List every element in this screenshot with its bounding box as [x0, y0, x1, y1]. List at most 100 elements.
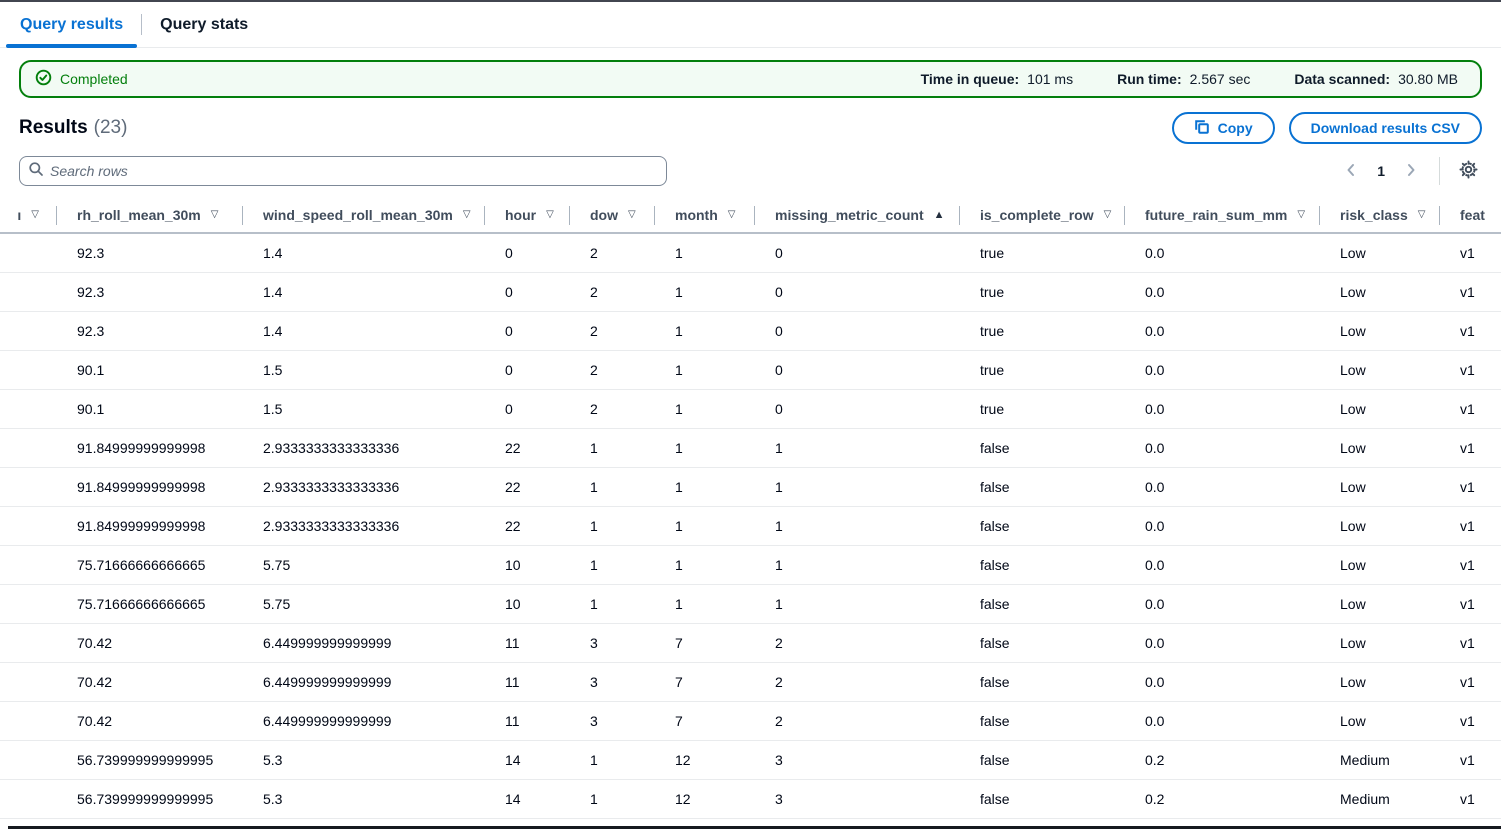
table-cell: 1: [755, 545, 960, 584]
metric-label: Run time:: [1117, 71, 1182, 87]
table-cell: Low: [1320, 467, 1440, 506]
page-number[interactable]: 1: [1369, 163, 1393, 179]
column-header-is_complete_row[interactable]: is_complete_row▽: [960, 198, 1125, 233]
copy-button[interactable]: Copy: [1172, 112, 1275, 144]
table-cell-truncated: [0, 740, 57, 779]
column-header-risk_class[interactable]: risk_class▽: [1320, 198, 1440, 233]
table-row: 70.426.44999999999999911372false0.0Lowv1: [0, 701, 1501, 740]
column-header-month[interactable]: month ▽: [655, 198, 755, 233]
table-cell: 2.9333333333333336: [243, 467, 485, 506]
column-header-future_rain_sum_mm[interactable]: future_rain_sum_mm▽: [1125, 198, 1320, 233]
table-cell: 1.4: [243, 311, 485, 350]
table-cell: v1: [1440, 506, 1501, 545]
table-cell: true: [960, 350, 1125, 389]
table-cell: 1: [570, 779, 655, 818]
table-cell: Low: [1320, 389, 1440, 428]
table-cell: 2: [755, 662, 960, 701]
table-cell: false: [960, 779, 1125, 818]
column-header-missing_metric_count[interactable]: missing_metric_count▲: [755, 198, 960, 233]
table-cell: 11: [485, 623, 570, 662]
metric-value: 101 ms: [1027, 71, 1073, 87]
table-cell: v1: [1440, 272, 1501, 311]
table-cell: 0: [485, 389, 570, 428]
column-header-rh_roll_mean_30m[interactable]: rh_roll_mean_30m▽: [57, 198, 243, 233]
column-header-wind_speed_roll_mean_30m[interactable]: wind_speed_roll_mean_30m▽: [243, 198, 485, 233]
table-cell: 0.0: [1125, 701, 1320, 740]
table-cell: Low: [1320, 662, 1440, 701]
table-cell: 10: [485, 545, 570, 584]
table-cell: 10: [485, 584, 570, 623]
column-header-label: wind_speed_roll_mean_30m: [263, 207, 453, 223]
table-cell: 0.0: [1125, 662, 1320, 701]
sort-icon: ▽: [546, 210, 554, 220]
table-cell: 0.2: [1125, 779, 1320, 818]
table-cell: 0: [755, 311, 960, 350]
sort-icon: ▽: [628, 210, 636, 220]
table-cell: false: [960, 545, 1125, 584]
table-row: 92.31.40210true0.0Lowv1: [0, 233, 1501, 272]
table-cell: 91.84999999999998: [57, 506, 243, 545]
table-cell: 1: [570, 740, 655, 779]
tab-query-results[interactable]: Query results: [6, 2, 137, 47]
sort-ascending-icon: ▲: [934, 210, 945, 221]
table-cell: v1: [1440, 389, 1501, 428]
table-row: 75.716666666666655.7510111false0.0Lowv1: [0, 584, 1501, 623]
status-text: Completed: [60, 71, 128, 87]
table-cell: 1: [755, 467, 960, 506]
table-cell-truncated: [0, 584, 57, 623]
table-cell: 11: [485, 662, 570, 701]
column-header-hour[interactable]: hour▽: [485, 198, 570, 233]
table-row: 90.11.50210true0.0Lowv1: [0, 389, 1501, 428]
results-count: (23): [94, 117, 128, 138]
table-cell: 0: [485, 272, 570, 311]
table-cell: Low: [1320, 701, 1440, 740]
table-cell: 1: [755, 428, 960, 467]
sort-icon: ▽: [1104, 210, 1112, 220]
table-cell: 90.1: [57, 350, 243, 389]
table-cell: Low: [1320, 233, 1440, 272]
table-cell: 1: [655, 311, 755, 350]
table-cell: Low: [1320, 545, 1440, 584]
table-cell: v1: [1440, 740, 1501, 779]
status-banner: Completed Time in queue: 101 ms Run time…: [19, 60, 1482, 98]
table-cell: v1: [1440, 662, 1501, 701]
column-header-truncated[interactable]: ı▽: [0, 198, 57, 233]
column-header-label: future_rain_sum_mm: [1145, 207, 1287, 223]
table-cell: 0.0: [1125, 389, 1320, 428]
table-cell: Low: [1320, 350, 1440, 389]
table-cell: false: [960, 701, 1125, 740]
column-header-label: month: [675, 207, 718, 223]
preferences-button[interactable]: [1454, 157, 1482, 185]
table-row: 92.31.40210true0.0Lowv1: [0, 311, 1501, 350]
column-header-dow[interactable]: dow▽: [570, 198, 655, 233]
table-cell: 75.71666666666665: [57, 545, 243, 584]
search-input[interactable]: [50, 163, 658, 179]
table-cell-truncated: [0, 623, 57, 662]
results-table: ı▽rh_roll_mean_30m▽wind_speed_roll_mean_…: [0, 198, 1501, 829]
table-cell: false: [960, 740, 1125, 779]
table-cell: 5.75: [243, 545, 485, 584]
tab-bar: Query results Query stats: [0, 2, 1501, 48]
table-cell: 7: [655, 662, 755, 701]
prev-page-button[interactable]: [1337, 157, 1365, 185]
table-cell: 70.42: [57, 701, 243, 740]
download-csv-button[interactable]: Download results CSV: [1289, 112, 1482, 144]
sort-icon: ▽: [728, 210, 736, 220]
table-cell: 1: [655, 272, 755, 311]
table-cell: 91.84999999999998: [57, 467, 243, 506]
table-row: 91.849999999999982.933333333333333622111…: [0, 428, 1501, 467]
next-page-button[interactable]: [1397, 157, 1425, 185]
table-cell: 0.0: [1125, 467, 1320, 506]
table-cell: v1: [1440, 233, 1501, 272]
table-cell: 0.0: [1125, 584, 1320, 623]
tab-query-stats[interactable]: Query stats: [146, 2, 262, 47]
table-cell: 1.5: [243, 389, 485, 428]
table-cell: 1: [655, 506, 755, 545]
table-cell: 11: [485, 701, 570, 740]
table-cell: 0: [485, 350, 570, 389]
table-cell: 1.5: [243, 350, 485, 389]
column-header-feat[interactable]: feat: [1440, 198, 1501, 233]
table-cell: 22: [485, 506, 570, 545]
table-cell-truncated: [0, 701, 57, 740]
table-row: 91.849999999999982.933333333333333622111…: [0, 506, 1501, 545]
